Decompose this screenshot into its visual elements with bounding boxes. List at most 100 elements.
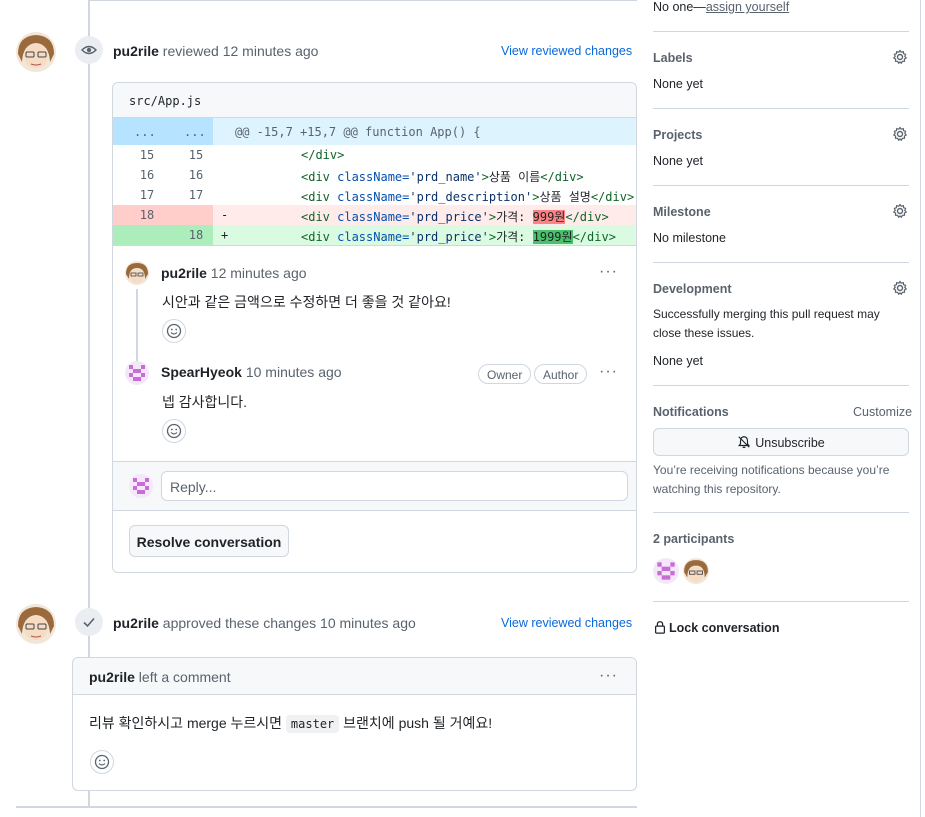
resolve-conversation-button[interactable]: Resolve conversation xyxy=(129,525,289,557)
lock-label: Lock conversation xyxy=(669,621,780,635)
gear-icon[interactable] xyxy=(892,280,908,296)
gear-icon[interactable] xyxy=(892,126,908,142)
add-reaction-button[interactable] xyxy=(162,419,186,443)
view-reviewed-changes-link[interactable]: View reviewed changes xyxy=(501,616,632,630)
old-line-number[interactable]: 17 xyxy=(127,188,167,202)
assign-yourself-link[interactable]: assign yourself xyxy=(706,0,789,14)
comment-author-link[interactable]: SpearHyeok xyxy=(161,364,242,380)
old-line-number[interactable]: 16 xyxy=(127,168,167,182)
code-content: <div className='prd_price'>가격: 999원</div… xyxy=(301,210,609,224)
avatar[interactable] xyxy=(16,32,56,72)
review-event-text: pu2rile reviewed 12 minutes ago xyxy=(113,43,318,59)
old-line-number[interactable]: 18 xyxy=(127,208,167,222)
participant-avatar[interactable] xyxy=(683,558,709,584)
add-reaction-button[interactable] xyxy=(90,750,114,774)
new-line-number[interactable]: 16 xyxy=(176,168,216,182)
eye-icon xyxy=(75,36,103,64)
avatar[interactable] xyxy=(16,604,56,644)
comment-action: left a comment xyxy=(138,669,231,685)
hunk-header-row: ... ... @@ -15,7 +15,7 @@ function App()… xyxy=(113,118,636,145)
divider xyxy=(16,806,637,808)
code-content: <div className='prd_price'>가격: 1999원</di… xyxy=(301,230,616,244)
diff-line-deletion: 18 - <div className='prd_price'>가격: 999원… xyxy=(113,205,636,225)
avatar[interactable] xyxy=(125,261,149,285)
labels-value: None yet xyxy=(653,77,704,91)
avatar xyxy=(129,474,153,498)
customize-link[interactable]: Customize xyxy=(853,405,912,419)
check-icon xyxy=(75,608,103,636)
comment-time[interactable]: 10 minutes ago xyxy=(246,364,342,380)
comment-header: SpearHyeok 10 minutes ago xyxy=(161,364,342,380)
notification-reason: You’re receiving notifications because y… xyxy=(653,463,890,496)
divider xyxy=(653,185,909,186)
lock-icon xyxy=(655,621,665,634)
new-line-number[interactable]: 18 xyxy=(176,228,216,242)
divider xyxy=(90,0,637,1)
review-author-link[interactable]: pu2rile xyxy=(113,43,159,59)
diff-line-addition: 18 + <div className='prd_price'>가격: 1999… xyxy=(113,225,636,245)
approve-event-text: pu2rile approved these changes 10 minute… xyxy=(113,615,416,631)
comment-author-link[interactable]: pu2rile xyxy=(161,265,207,281)
unsubscribe-label: Unsubscribe xyxy=(755,436,825,450)
comment-options-button[interactable]: ··· xyxy=(599,667,618,685)
owner-badge: Owner xyxy=(478,364,532,384)
smiley-icon xyxy=(94,754,110,770)
new-line-number[interactable]: 15 xyxy=(176,148,216,162)
comment-options-button[interactable]: ··· xyxy=(599,263,618,281)
assignees-value: No one—assign yourself xyxy=(653,0,790,14)
code-content: </div> xyxy=(301,148,345,162)
review-action: reviewed xyxy=(162,43,219,59)
author-badge: Author xyxy=(534,364,588,384)
comment-header: pu2rile 12 minutes ago xyxy=(161,265,307,281)
add-reaction-button[interactable] xyxy=(162,319,186,343)
unsubscribe-button[interactable]: Unsubscribe xyxy=(653,428,909,456)
comment-header: pu2rile left a comment ··· xyxy=(73,658,636,695)
diff-sign: + xyxy=(221,228,229,242)
participants-heading: 2 participants xyxy=(653,532,735,546)
divider xyxy=(653,601,909,602)
divider xyxy=(653,385,909,386)
hunk-expand-left[interactable]: ... xyxy=(134,125,156,139)
new-line-number[interactable]: 17 xyxy=(176,188,216,202)
code-content: <div className='prd_name'>상품 이름</div> xyxy=(301,170,584,184)
comment-author-link[interactable]: pu2rile xyxy=(89,669,135,685)
lock-conversation-button[interactable]: Lock conversation xyxy=(653,620,779,635)
notifications-heading: Notifications xyxy=(653,405,729,419)
avatar[interactable] xyxy=(125,361,149,385)
gear-icon[interactable] xyxy=(892,49,908,65)
thread-connector xyxy=(136,289,138,361)
approve-author-link[interactable]: pu2rile xyxy=(113,615,159,631)
divider xyxy=(653,512,909,513)
smiley-icon xyxy=(166,423,182,439)
hunk-header-text: @@ -15,7 +15,7 @@ function App() { xyxy=(235,125,481,139)
review-time[interactable]: 12 minutes ago xyxy=(223,43,319,59)
development-value: None yet xyxy=(653,354,704,368)
participant-avatar[interactable] xyxy=(653,558,679,584)
labels-heading[interactable]: Labels xyxy=(653,51,693,65)
divider xyxy=(653,31,909,32)
development-heading[interactable]: Development xyxy=(653,282,732,296)
hunk-expand-right[interactable]: ... xyxy=(184,125,206,139)
smiley-icon xyxy=(166,323,182,339)
code-content: <div className='prd_description'>상품 설명</… xyxy=(301,190,635,204)
milestone-heading[interactable]: Milestone xyxy=(653,205,711,219)
divider xyxy=(653,262,909,263)
gear-icon[interactable] xyxy=(892,203,908,219)
comment-options-button[interactable]: ··· xyxy=(599,363,618,381)
comment-body: 리뷰 확인하시고 merge 누르시면 master 브랜치에 push 될 거… xyxy=(89,715,493,733)
view-reviewed-changes-link[interactable]: View reviewed changes xyxy=(501,44,632,58)
comment-header-text: pu2rile left a comment xyxy=(89,669,231,685)
projects-heading[interactable]: Projects xyxy=(653,128,702,142)
development-note: Successfully merging this pull request m… xyxy=(653,307,880,340)
diff-line: 16 16 <div className='prd_name'>상품 이름</d… xyxy=(113,165,636,185)
comment-body: 넵 감사합니다. xyxy=(162,394,248,410)
old-line-number[interactable]: 15 xyxy=(127,148,167,162)
inline-code: master xyxy=(285,715,340,733)
file-path-link[interactable]: src/App.js xyxy=(129,94,201,108)
review-thread-box: src/App.js ... ... @@ -15,7 +15,7 @@ fun… xyxy=(112,82,637,573)
approve-time[interactable]: 10 minutes ago xyxy=(320,615,416,631)
approve-comment-box: pu2rile left a comment ··· 리뷰 확인하시고 merg… xyxy=(72,657,637,791)
comment-time[interactable]: 12 minutes ago xyxy=(211,265,307,281)
diff-line: 17 17 <div className='prd_description'>상… xyxy=(113,185,636,205)
reply-input[interactable]: Reply... xyxy=(161,471,628,501)
